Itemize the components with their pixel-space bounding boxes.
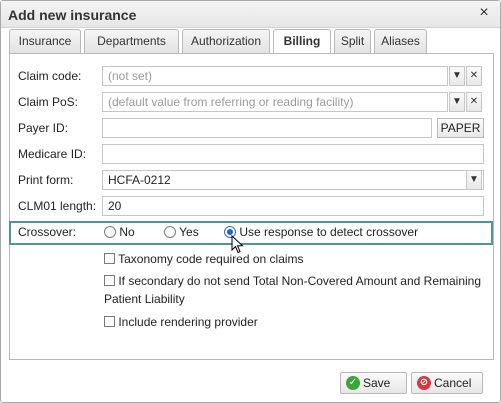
print-form-dropdown-chevron-icon[interactable]: ▼ [466,170,482,190]
claim-code-clear-icon[interactable]: ✕ [466,66,482,86]
claim-pos-clear-icon[interactable]: ✕ [466,92,482,112]
claim-code-dropdown-chevron-icon[interactable]: ▼ [449,66,465,86]
clm01-length-input[interactable]: 20 [102,196,484,216]
secondary-checkbox-label: If secondary do not send Total Non-Cover… [118,274,482,288]
payer-id-input[interactable] [102,118,432,138]
tab-departments[interactable]: Departments [84,29,179,53]
tab-split[interactable]: Split [334,29,371,53]
claim-pos-dropdown-chevron-icon[interactable]: ▼ [449,92,465,112]
crossover-use-response-label: Use response to detect crossover [239,225,419,239]
secondary-checkbox[interactable] [104,275,115,286]
tab-authorization[interactable]: Authorization [182,29,270,53]
rendering-provider-checkbox-row[interactable]: Include rendering provider [104,315,258,329]
tab-aliases[interactable]: Aliases [374,29,427,53]
cancel-button-label: Cancel [434,376,472,390]
tab-insurance[interactable]: Insurance [9,29,81,53]
secondary-checkbox-label-cont: Patient Liability [104,292,185,306]
crossover-yes-label: Yes [179,225,199,239]
crossover-option-use-response[interactable]: Use response to detect crossover [224,225,418,239]
save-button-label: Save [363,376,391,390]
claim-pos-label: Claim PoS: [18,95,79,109]
medicare-id-input[interactable] [102,144,484,164]
claim-code-select[interactable]: (not set) [102,66,448,86]
taxonomy-checkbox-label: Taxonomy code required on claims [118,252,304,266]
cancel-icon: ⊘ [417,376,431,390]
add-insurance-dialog: Add new insurance × Insurance Department… [0,0,501,403]
cancel-button[interactable]: ⊘ Cancel [411,372,483,394]
claim-pos-select[interactable]: (default value from referring or reading… [102,92,448,112]
checkmark-icon: ✓ [346,376,360,390]
taxonomy-checkbox-row[interactable]: Taxonomy code required on claims [104,252,304,266]
radio-yes-icon[interactable] [164,226,176,238]
taxonomy-checkbox[interactable] [104,253,115,264]
clm01-length-label: CLM01 length: [18,199,97,213]
payer-id-label: Payer ID: [18,121,69,135]
secondary-checkbox-row[interactable]: If secondary do not send Total Non-Cover… [104,274,489,288]
close-icon[interactable]: × [476,5,492,21]
rendering-provider-checkbox-label: Include rendering provider [118,315,258,329]
print-form-label: Print form: [18,173,74,187]
medicare-id-label: Medicare ID: [18,147,87,161]
paper-button[interactable]: PAPER [437,118,484,138]
rendering-provider-checkbox[interactable] [104,316,115,327]
crossover-label: Crossover: [18,225,77,239]
crossover-option-yes[interactable]: Yes [164,225,199,239]
radio-no-icon[interactable] [104,226,116,238]
dialog-title: Add new insurance [8,7,137,23]
claim-code-label: Claim code: [18,69,82,83]
crossover-option-no[interactable]: No [104,225,135,239]
tab-billing[interactable]: Billing [273,29,331,54]
dialog-titlebar: Add new insurance × [1,1,500,28]
print-form-select[interactable]: HCFA-0212 [102,170,484,190]
save-button[interactable]: ✓ Save [340,372,407,394]
crossover-no-label: No [119,225,135,239]
